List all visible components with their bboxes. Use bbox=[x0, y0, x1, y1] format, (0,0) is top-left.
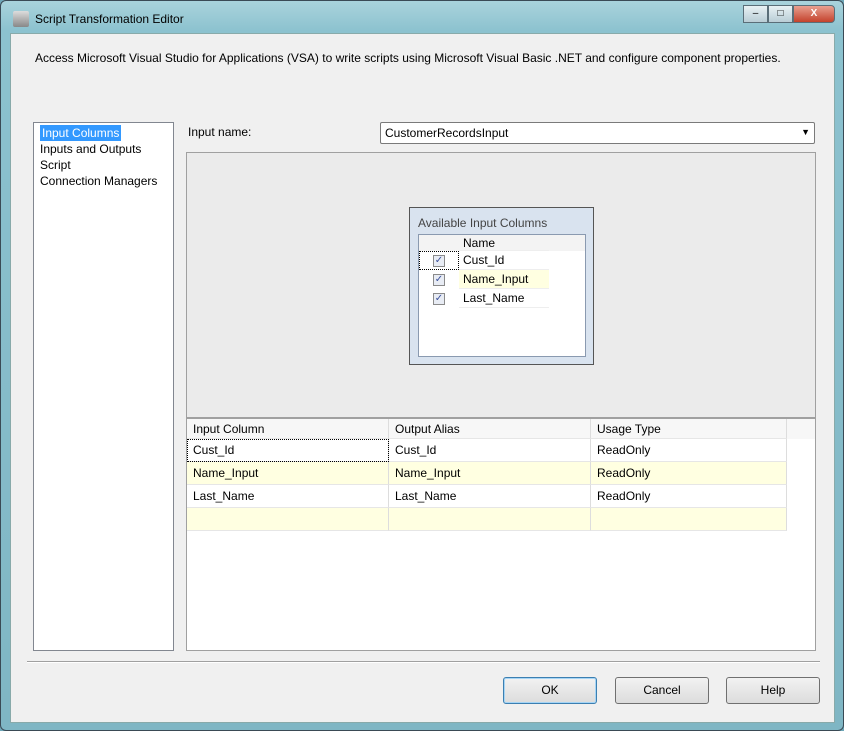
nav-item-inputs-outputs[interactable]: Inputs and Outputs bbox=[39, 141, 168, 157]
columns-grid: Input Column Output Alias Usage Type Cust_… bbox=[186, 418, 816, 651]
input-name-select[interactable]: CustomerRecordsInput ▼ bbox=[380, 122, 815, 144]
checkbox[interactable]: ✓ bbox=[433, 254, 445, 267]
ok-button[interactable]: OK bbox=[503, 677, 597, 704]
new-row[interactable] bbox=[187, 508, 815, 531]
available-input-columns: Available Input Columns Name ✓ Cust_Id ✓ N… bbox=[409, 207, 594, 365]
checkbox[interactable]: ✓ bbox=[433, 273, 445, 286]
checkbox[interactable]: ✓ bbox=[433, 292, 445, 305]
nav-item-connection-managers[interactable]: Connection Managers bbox=[39, 173, 168, 189]
available-title: Available Input Columns bbox=[418, 216, 548, 230]
cell[interactable]: ReadOnly bbox=[591, 462, 787, 485]
header-usage-type[interactable]: Usage Type bbox=[591, 419, 787, 439]
description: Access Microsoft Visual Studio for Appli… bbox=[35, 51, 781, 65]
nav-item-script[interactable]: Script bbox=[39, 157, 168, 173]
minimize-button[interactable]: – bbox=[743, 5, 768, 23]
input-name-value: CustomerRecordsInput bbox=[385, 126, 509, 140]
column-name: Name_Input bbox=[459, 270, 549, 289]
cell[interactable]: Cust_Id bbox=[389, 439, 591, 462]
divider bbox=[27, 661, 820, 663]
cell[interactable]: Last_Name bbox=[389, 485, 591, 508]
dialog-window: Script Transformation Editor – □ X Acces… bbox=[0, 0, 844, 731]
column-name: Cust_Id bbox=[459, 251, 549, 270]
header-input-column[interactable]: Input Column bbox=[187, 419, 389, 439]
nav-item-input-columns[interactable]: Input Columns bbox=[40, 125, 122, 141]
cell[interactable]: Name_Input bbox=[187, 462, 389, 485]
cancel-button[interactable]: Cancel bbox=[615, 677, 709, 704]
cell[interactable]: Cust_Id bbox=[187, 439, 389, 462]
table-row[interactable]: Name_Input Name_Input ReadOnly bbox=[187, 462, 815, 485]
input-name-label: Input name: bbox=[188, 125, 252, 139]
chevron-down-icon[interactable]: ▼ bbox=[801, 127, 810, 137]
designer-area: Available Input Columns Name ✓ Cust_Id ✓ N… bbox=[186, 152, 816, 418]
cell[interactable]: ReadOnly bbox=[591, 439, 787, 462]
maximize-button[interactable]: □ bbox=[768, 5, 793, 23]
dialog-client: Access Microsoft Visual Studio for Appli… bbox=[10, 33, 835, 723]
app-icon bbox=[13, 11, 29, 27]
cell[interactable]: Name_Input bbox=[389, 462, 591, 485]
cell[interactable]: Last_Name bbox=[187, 485, 389, 508]
close-button[interactable]: X bbox=[793, 5, 835, 23]
column-name: Last_Name bbox=[459, 289, 549, 308]
nav-list: Input Columns Inputs and Outputs Script … bbox=[33, 122, 174, 651]
name-header: Name bbox=[459, 235, 549, 251]
table-row[interactable]: Cust_Id Cust_Id ReadOnly bbox=[187, 439, 815, 462]
table-row[interactable]: Last_Name Last_Name ReadOnly bbox=[187, 485, 815, 508]
window-title: Script Transformation Editor bbox=[35, 12, 184, 26]
help-button[interactable]: Help bbox=[726, 677, 820, 704]
cell[interactable]: ReadOnly bbox=[591, 485, 787, 508]
header-output-alias[interactable]: Output Alias bbox=[389, 419, 591, 439]
title-bar: Script Transformation Editor bbox=[13, 9, 184, 29]
